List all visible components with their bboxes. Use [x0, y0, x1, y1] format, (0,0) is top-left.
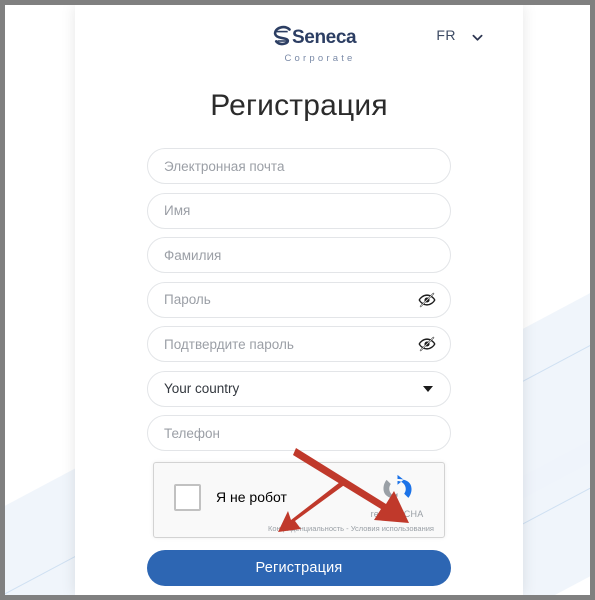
page-title: Регистрация [210, 89, 388, 122]
submit-container: Регистрация [75, 550, 523, 586]
country-select[interactable]: Your country [147, 370, 451, 407]
brand-tagline: Corporate [284, 53, 356, 64]
registration-form: Your country [75, 148, 523, 451]
recaptcha-brand-text: reCAPTCHA [370, 509, 424, 519]
eye-off-icon[interactable] [418, 335, 436, 353]
field-email [147, 148, 451, 184]
recaptcha-widget: Я не робот reCAPTCHA Конфиденциальность … [153, 462, 445, 538]
phone-input[interactable] [147, 415, 451, 451]
language-code: FR [436, 27, 456, 43]
first-name-input[interactable] [147, 192, 451, 229]
field-password [147, 281, 451, 318]
recaptcha-branding: reCAPTCHA [368, 474, 426, 519]
brand-logo-main: Seneca [273, 25, 365, 51]
card-header: Seneca Corporate FR [75, 5, 523, 83]
browser-viewport: Seneca Corporate FR Регистрация Электрон… [5, 5, 590, 595]
email-input[interactable] [147, 148, 451, 184]
eye-off-icon[interactable] [418, 291, 436, 309]
brand-name: Seneca [292, 27, 357, 48]
field-country: Your country [147, 370, 451, 407]
privacy-link[interactable]: Конфиденциальность [268, 524, 344, 533]
field-last-name [147, 237, 451, 273]
language-selector[interactable]: FR [436, 27, 483, 43]
recaptcha-checkbox-label: Я не робот [216, 489, 287, 505]
terms-link[interactable]: Условия использования [351, 524, 434, 533]
brand-logo[interactable]: Seneca Corporate [273, 25, 365, 64]
last-name-input[interactable] [147, 237, 451, 273]
seneca-s-logo-icon [273, 25, 293, 51]
register-submit-button[interactable]: Регистрация [147, 550, 451, 586]
recaptcha-checkbox[interactable] [174, 484, 201, 511]
field-phone [147, 415, 451, 451]
field-first-name [147, 192, 451, 229]
country-select-value: Your country [164, 381, 240, 396]
chevron-down-icon [472, 30, 483, 41]
password-input[interactable] [147, 281, 451, 318]
field-confirm-password [147, 326, 451, 362]
recaptcha-legal-links: Конфиденциальность - Условия использован… [268, 524, 434, 533]
registration-card: Seneca Corporate FR Регистрация Электрон… [75, 5, 523, 595]
legal-separator: - [344, 524, 351, 533]
confirm-password-input[interactable] [147, 326, 451, 362]
recaptcha-logo-icon [368, 474, 426, 507]
captcha-container: Я не робот reCAPTCHA Конфиденциальность … [75, 462, 523, 538]
